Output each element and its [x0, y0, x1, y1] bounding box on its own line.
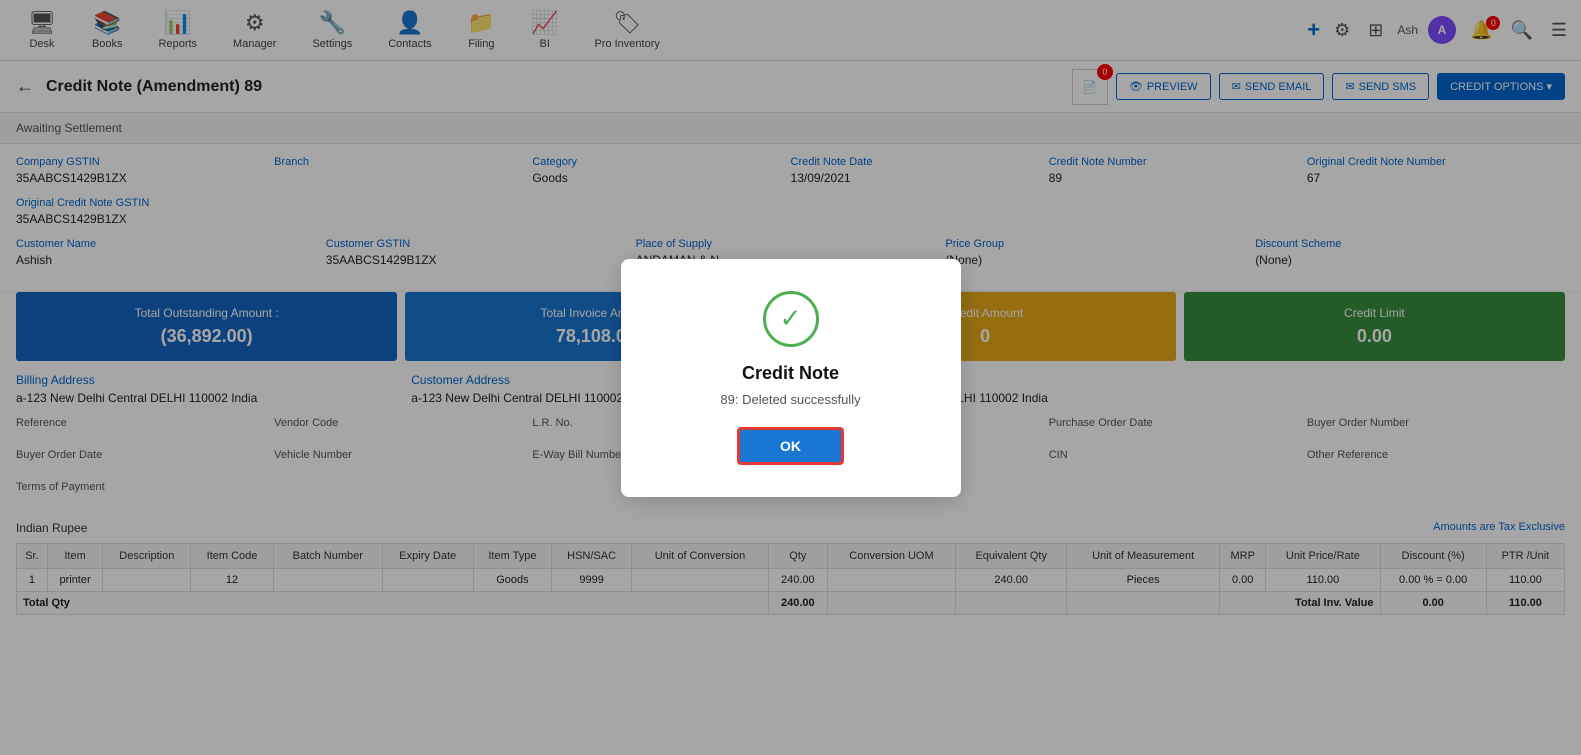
- success-dialog: ✓ Credit Note 89: Deleted successfully O…: [621, 259, 961, 497]
- dialog-message: 89: Deleted successfully: [661, 392, 921, 407]
- success-check-icon: ✓: [763, 291, 819, 347]
- dialog-ok-button[interactable]: OK: [737, 427, 844, 465]
- dialog-title: Credit Note: [661, 363, 921, 384]
- modal-overlay: ✓ Credit Note 89: Deleted successfully O…: [0, 0, 1581, 755]
